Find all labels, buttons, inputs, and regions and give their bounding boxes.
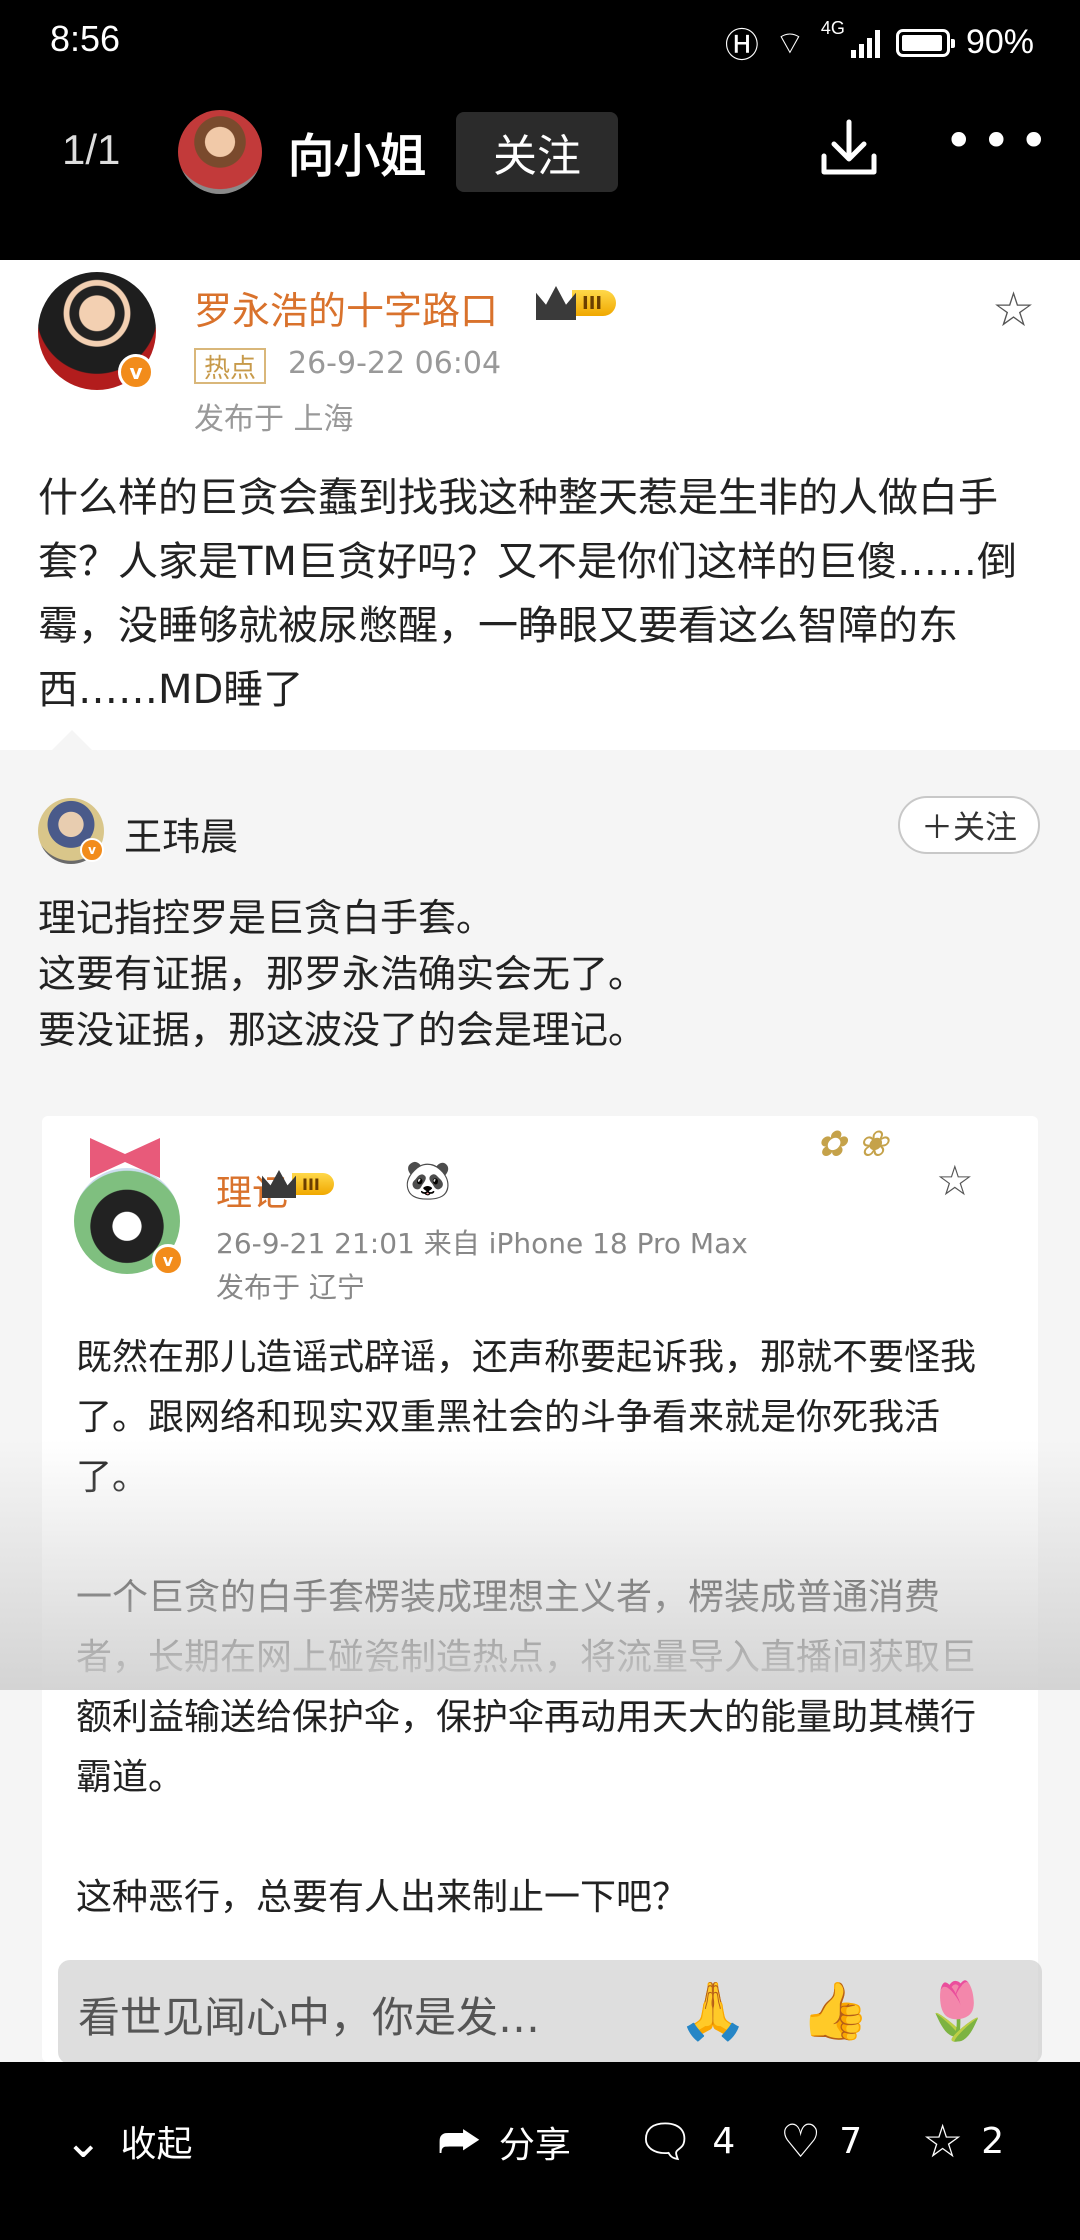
crown-icon xyxy=(536,286,576,320)
battery-icon xyxy=(895,28,955,57)
main-post: v 罗永浩的十字路口 III ☆ 热点 26-9-22 06:04 发布于 上海… xyxy=(0,260,1080,750)
collapse-button[interactable]: ⌄ 收起 xyxy=(64,2114,193,2168)
quoted-time: 26-9-21 21:01 来自 iPhone 18 Pro Max xyxy=(216,1227,748,1260)
repost-body: 理记指控罗是巨贪白手套。 这要有证据，那罗永浩确实会无了。 要没证据，那这波没了… xyxy=(38,890,1048,1058)
repost-line: 这要有证据，那罗永浩确实会无了。 xyxy=(38,952,647,996)
share-label: 分享 xyxy=(498,2125,571,2166)
star-icon[interactable]: ☆ xyxy=(936,1156,974,1205)
panda-icon: 🐼 xyxy=(404,1158,452,1202)
post-author-name[interactable]: 罗永浩的十字路口 xyxy=(194,280,498,335)
download-icon[interactable] xyxy=(816,116,882,182)
heart-icon: ♡ xyxy=(780,2114,822,2168)
comment-count: 4 xyxy=(712,2121,736,2162)
fade-overlay xyxy=(0,1440,1080,1690)
page-indicator: 1/1 xyxy=(62,126,121,173)
collapse-label: 收起 xyxy=(120,2124,193,2165)
signal-icon xyxy=(850,28,880,58)
repost-follow-button[interactable]: ＋关注 xyxy=(898,796,1040,854)
post-location: 发布于 上海 xyxy=(194,402,354,437)
comment-button[interactable]: 🗨 4 xyxy=(636,2114,735,2169)
pray-emoji-icon[interactable]: 🙏 xyxy=(678,1978,748,2044)
hot-tag: 热点 xyxy=(194,348,267,384)
thumbs-up-emoji-icon[interactable]: 👍 xyxy=(800,1978,870,2044)
repost-section: v 王玮晨 ＋关注 理记指控罗是巨贪白手套。 这要有证据，那罗永浩确实会无了。 … xyxy=(0,730,1080,2062)
battery-level: 90% xyxy=(965,23,1034,61)
status-bar: 8:56 Ⓗ ⌔ 4G 90% xyxy=(0,0,1080,84)
share-icon: ⮫ xyxy=(438,2114,481,2168)
follow-button[interactable]: 关注 xyxy=(456,112,618,192)
hd-icon: Ⓗ xyxy=(724,27,759,65)
network-type: 4G xyxy=(820,18,845,38)
repost-line: 要没证据，那这波没了的会是理记。 xyxy=(38,1008,647,1052)
post-body: 什么样的巨贪会蠢到找我这种整天惹是生非的人做白手套？人家是TM巨贪好吗？又不是你… xyxy=(38,475,1017,713)
author-name[interactable]: 向小姐 xyxy=(288,120,426,186)
wifi-icon: ⌔ xyxy=(774,24,805,61)
level-badge: III xyxy=(262,1170,334,1198)
chevron-down-icon: ⌄ xyxy=(64,2114,103,2168)
crown-icon xyxy=(262,1170,296,1198)
repost-author-name[interactable]: 王玮晨 xyxy=(124,806,238,861)
quoted-paragraph: 这种恶行，总要有人出来制止一下吧？ xyxy=(76,1877,689,1918)
verified-badge-icon: v xyxy=(80,838,104,862)
favorite-button[interactable]: ☆ 2 xyxy=(922,2114,1004,2168)
level-label: III xyxy=(292,1173,334,1195)
status-time: 8:56 xyxy=(50,18,121,59)
star-outline-icon: ☆ xyxy=(922,2114,964,2168)
content-area: v 罗永浩的十字路口 III ☆ 热点 26-9-22 06:04 发布于 上海… xyxy=(0,260,1080,2062)
verified-badge-icon: v xyxy=(118,354,154,390)
level-badge: III xyxy=(536,286,617,320)
star-icon[interactable]: ☆ xyxy=(992,282,1035,338)
bottom-bar: ⌄ 收起 ⮫ 分享 🗨 4 ♡ 7 ☆ 2 xyxy=(0,2062,1080,2240)
author-avatar[interactable] xyxy=(178,110,262,194)
like-button[interactable]: ♡ 7 xyxy=(780,2114,862,2168)
verified-badge-icon: v xyxy=(152,1244,184,1276)
flower-emoji-icon[interactable]: 🌷 xyxy=(922,1978,992,2044)
post-time: 26-9-22 06:04 xyxy=(288,346,502,381)
more-icon[interactable]: ••• xyxy=(944,112,1056,170)
quoted-location: 发布于 辽宁 xyxy=(216,1271,365,1304)
top-nav: 1/1 向小姐 关注 ••• xyxy=(0,84,1080,260)
pointer-arrow xyxy=(52,730,92,750)
comment-icon: 🗨 xyxy=(636,2114,695,2168)
repost-line: 理记指控罗是巨贪白手套。 xyxy=(38,896,495,940)
status-icons: Ⓗ ⌔ 4G 90% xyxy=(725,18,1034,67)
comment-input[interactable]: 看世见闻心中，你是发… xyxy=(78,1984,540,2045)
comment-input-bar[interactable]: 看世见闻心中，你是发… 🙏 👍 🌷 xyxy=(58,1960,1042,2064)
like-count: 7 xyxy=(839,2120,863,2162)
share-button[interactable]: ⮫ 分享 xyxy=(438,2114,571,2170)
favorite-count: 2 xyxy=(981,2120,1005,2162)
level-label: III xyxy=(572,290,617,316)
